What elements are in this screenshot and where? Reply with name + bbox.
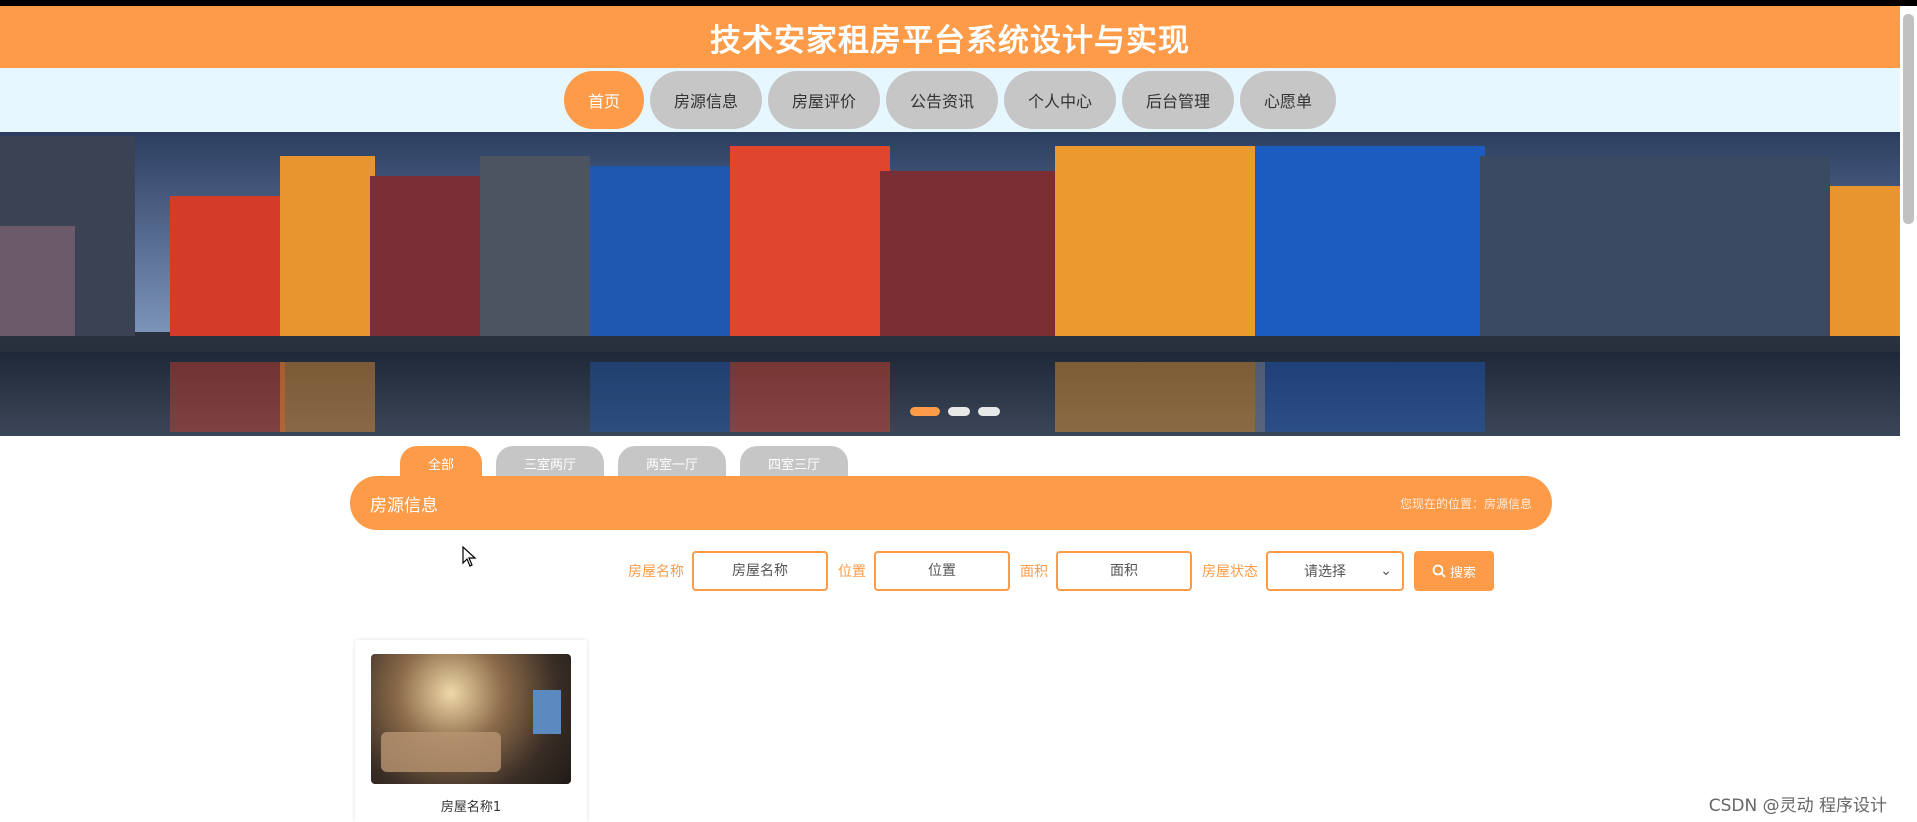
- tab-3b2l[interactable]: 三室两厅: [496, 446, 605, 480]
- banner-reflection: [1055, 362, 1265, 432]
- nav-item-listings[interactable]: 房源信息: [649, 71, 762, 129]
- banner-house: [280, 156, 375, 336]
- search-bar: 房屋名称 位置 面积 房屋状态 请选择 ⌄ 搜索: [628, 551, 1494, 591]
- watermark: CSDN @灵动 程序设计: [1708, 796, 1887, 816]
- area-input[interactable]: [1056, 551, 1192, 591]
- page-scrollbar[interactable]: [1900, 6, 1917, 822]
- house-name-label: 房屋名称: [628, 564, 684, 580]
- banner-reflection: [1255, 362, 1485, 432]
- scrollbar-thumb[interactable]: [1903, 14, 1914, 224]
- banner-house: [170, 196, 285, 336]
- banner-reflection: [280, 362, 375, 432]
- search-icon: [1432, 564, 1446, 578]
- house-name-input[interactable]: [692, 551, 828, 591]
- banner-house: [1055, 146, 1265, 336]
- carousel-dot[interactable]: [948, 407, 970, 416]
- main-nav: 首页 房源信息 房屋评价 公告资讯 个人中心 后台管理 心愿单: [0, 68, 1900, 132]
- hero-banner[interactable]: [0, 132, 1900, 436]
- banner-house: [480, 156, 590, 336]
- banner-house: [1480, 156, 1830, 336]
- banner-house: [590, 166, 730, 336]
- banner-house: [0, 226, 75, 336]
- banner-house: [370, 176, 490, 336]
- mouse-cursor-icon: [462, 546, 477, 567]
- search-button-label: 搜索: [1449, 565, 1476, 581]
- carousel-dot[interactable]: [978, 407, 1000, 416]
- banner-house: [880, 171, 1060, 336]
- banner-house: [1255, 146, 1485, 336]
- house-thumbnail[interactable]: [371, 654, 571, 784]
- house-card[interactable]: 房屋名称1: [355, 640, 587, 822]
- location-input[interactable]: [874, 551, 1010, 591]
- banner-reflection: [590, 362, 730, 432]
- banner-reflection: [730, 362, 890, 432]
- site-title: 技术安家租房平台系统设计与实现: [710, 22, 1190, 59]
- carousel-indicators: [910, 407, 1000, 416]
- banner-reflection: [170, 362, 285, 432]
- status-label: 房屋状态: [1202, 564, 1258, 580]
- area-label: 面积: [1020, 564, 1048, 580]
- tab-all[interactable]: 全部: [400, 446, 483, 480]
- thumbnail-furniture: [381, 732, 501, 772]
- nav-item-news[interactable]: 公告资讯: [885, 71, 998, 129]
- section-title: 房源信息: [370, 495, 438, 516]
- banner-house: [1830, 186, 1900, 336]
- banner-house: [730, 146, 890, 336]
- house-card-name[interactable]: 房屋名称1: [355, 796, 587, 815]
- site-header: 技术安家租房平台系统设计与实现: [0, 6, 1900, 68]
- status-select-value: 请选择: [1304, 564, 1346, 580]
- search-button[interactable]: 搜索: [1414, 551, 1494, 591]
- location-label: 位置: [838, 564, 866, 580]
- nav-item-admin[interactable]: 后台管理: [1122, 71, 1235, 129]
- tab-2b1l[interactable]: 两室一厅: [618, 446, 727, 480]
- nav-item-home[interactable]: 首页: [563, 71, 644, 129]
- tab-4b3l[interactable]: 四室三厅: [740, 446, 849, 480]
- carousel-dot[interactable]: [910, 407, 940, 416]
- chevron-down-icon: ⌄: [1380, 563, 1392, 579]
- nav-item-reviews[interactable]: 房屋评价: [767, 71, 880, 129]
- status-select[interactable]: 请选择 ⌄: [1266, 551, 1404, 591]
- thumbnail-window: [533, 690, 561, 734]
- nav-item-profile[interactable]: 个人中心: [1004, 71, 1117, 129]
- breadcrumb: 您现在的位置：房源信息: [1399, 496, 1532, 511]
- nav-item-wishlist[interactable]: 心愿单: [1240, 71, 1337, 129]
- room-type-tabs: 全部 三室两厅 两室一厅 四室三厅: [400, 446, 849, 480]
- section-titlebar: 房源信息 您现在的位置：房源信息: [350, 476, 1552, 530]
